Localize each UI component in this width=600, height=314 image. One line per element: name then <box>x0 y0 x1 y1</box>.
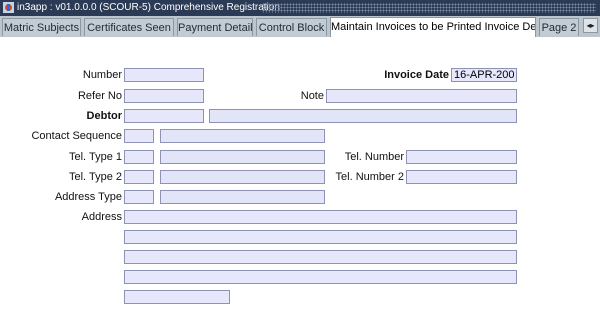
tel-type1-desc-field[interactable] <box>160 150 325 164</box>
tel-type2-desc-field[interactable] <box>160 170 325 184</box>
number-label: Number <box>82 69 122 81</box>
invoice-form-panel: Number Invoice Date Refer No Note Debtor… <box>0 37 600 314</box>
address-line3-field[interactable] <box>124 250 517 264</box>
invoice-date-field[interactable] <box>451 68 517 82</box>
debtor-label: Debtor <box>86 110 122 122</box>
address-line4-field[interactable] <box>124 270 517 284</box>
tab-certificates-seen[interactable]: Certificates Seen <box>84 18 174 36</box>
debtor-code-field[interactable] <box>124 109 204 123</box>
tab-payment-detail[interactable]: Payment Detail <box>177 18 253 36</box>
tab-bar: Matric Subjects Certificates Seen Paymen… <box>0 16 600 38</box>
tab-matric-subjects[interactable]: Matric Subjects <box>2 18 81 36</box>
tel-type1-field[interactable] <box>124 150 154 164</box>
number-field[interactable] <box>124 68 204 82</box>
address-type-desc-field[interactable] <box>160 190 325 204</box>
refer-no-label: Refer No <box>77 90 122 102</box>
address-line1-field[interactable] <box>124 210 517 224</box>
tel-number2-label: Tel. Number 2 <box>335 171 404 183</box>
tel-number-field[interactable] <box>406 150 517 164</box>
tel-number2-field[interactable] <box>406 170 517 184</box>
refer-no-field[interactable] <box>124 89 204 103</box>
contact-sequence-label: Contact Sequence <box>31 130 122 142</box>
tel-type2-label: Tel. Type 2 <box>69 171 122 183</box>
tel-type1-label: Tel. Type 1 <box>69 151 122 163</box>
postal-code-field[interactable] <box>124 290 230 304</box>
titlebar-grip[interactable] <box>262 3 596 13</box>
note-field[interactable] <box>326 89 517 103</box>
contact-sequence-field[interactable] <box>124 129 154 143</box>
tel-type2-field[interactable] <box>124 170 154 184</box>
window-title: in3app : v01.0.0.0 (SCOUR-5) Comprehensi… <box>17 2 280 13</box>
tab-control-block[interactable]: Control Block <box>256 18 327 36</box>
window-titlebar: in3app : v01.0.0.0 (SCOUR-5) Comprehensi… <box>0 0 600 16</box>
address-type-field[interactable] <box>124 190 154 204</box>
address-label: Address <box>81 211 122 223</box>
invoice-date-label: Invoice Date <box>384 69 449 81</box>
tab-scroll-arrows-icon[interactable]: ◂▸ <box>583 18 598 33</box>
app-icon <box>3 2 14 13</box>
note-label: Note <box>300 90 324 102</box>
tab-maintain-invoices[interactable]: Maintain Invoices to be Printed Invoice … <box>330 17 536 37</box>
tel-number-label: Tel. Number <box>344 151 404 163</box>
tab-page-2[interactable]: Page 2 <box>539 18 579 36</box>
debtor-name-field[interactable] <box>209 109 517 123</box>
address-type-label: Address Type <box>54 191 122 203</box>
contact-name-field[interactable] <box>160 129 325 143</box>
address-line2-field[interactable] <box>124 230 517 244</box>
